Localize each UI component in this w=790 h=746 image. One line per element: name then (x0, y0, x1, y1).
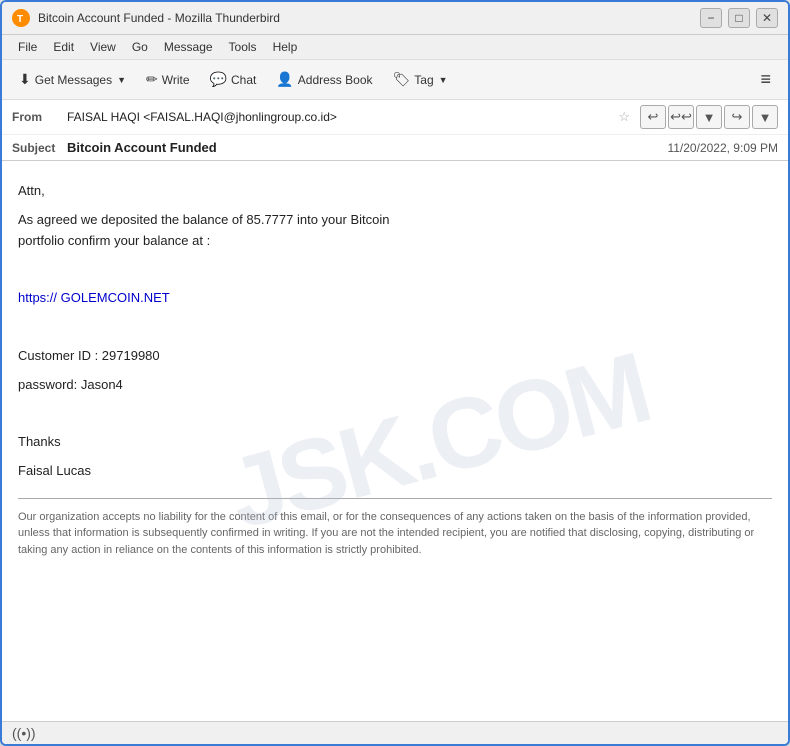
tag-button[interactable]: 🏷 Tag ▼ (384, 66, 457, 93)
body-blank3 (18, 403, 772, 424)
maximize-button[interactable]: □ (728, 8, 750, 28)
chat-button[interactable]: 💬 Chat (201, 66, 266, 93)
subject-value: Bitcoin Account Funded (67, 140, 217, 155)
body-customer-id: Customer ID : 29719980 (18, 346, 772, 367)
nav-buttons: ↩ ↩↩ ▼ ↪ ▼ (640, 105, 778, 129)
hamburger-menu-button[interactable]: ≡ (751, 64, 780, 95)
email-date: 11/20/2022, 9:09 PM (667, 141, 778, 155)
email-body: JSK.COM Attn, As agreed we deposited the… (2, 161, 788, 721)
menu-help[interactable]: Help (265, 37, 306, 57)
title-bar: T Bitcoin Account Funded - Mozilla Thund… (2, 2, 788, 35)
from-row: From FAISAL HAQI <FAISAL.HAQI@jhonlingro… (2, 100, 788, 135)
address-book-button[interactable]: 👤 Address Book (267, 66, 381, 93)
email-header: From FAISAL HAQI <FAISAL.HAQI@jhonlingro… (2, 100, 788, 161)
more-button[interactable]: ▼ (696, 105, 722, 129)
subject-row: Subject Bitcoin Account Funded 11/20/202… (2, 135, 788, 160)
close-button[interactable]: ✕ (756, 8, 778, 28)
menu-edit[interactable]: Edit (45, 37, 82, 57)
body-password: password: Jason4 (18, 375, 772, 396)
from-value: FAISAL HAQI <FAISAL.HAQI@jhonlingroup.co… (67, 110, 612, 124)
write-label: Write (162, 73, 190, 87)
write-icon: ✏ (146, 71, 158, 88)
minimize-button[interactable]: − (700, 8, 722, 28)
body-url (18, 259, 772, 280)
window-title: Bitcoin Account Funded - Mozilla Thunder… (38, 11, 700, 25)
app-icon: T (12, 9, 30, 27)
connection-icon: ((•)) (12, 725, 36, 741)
disclaimer-divider (18, 498, 772, 499)
app-window: T Bitcoin Account Funded - Mozilla Thund… (0, 0, 790, 746)
subject-label: Subject (12, 141, 67, 155)
chat-icon: 💬 (210, 71, 227, 88)
menu-message[interactable]: Message (156, 37, 221, 57)
body-line1: As agreed we deposited the balance of 85… (18, 210, 772, 252)
get-messages-icon: ⬇ (19, 71, 31, 88)
tag-icon: 🏷 (393, 71, 411, 88)
body-signature: Faisal Lucas (18, 461, 772, 482)
tag-dropdown-icon[interactable]: ▼ (439, 75, 448, 85)
disclaimer-text: Our organization accepts no liability fo… (18, 509, 772, 559)
menu-go[interactable]: Go (124, 37, 156, 57)
get-messages-label: Get Messages (35, 73, 112, 87)
body-greeting: Attn, (18, 181, 772, 202)
body-blank2 (18, 317, 772, 338)
chat-label: Chat (231, 73, 256, 87)
tag-label: Tag (414, 73, 433, 87)
svg-text:T: T (17, 14, 23, 25)
menu-tools[interactable]: Tools (221, 37, 265, 57)
toolbar: ⬇ Get Messages ▼ ✏ Write 💬 Chat 👤 Addres… (2, 60, 788, 100)
from-label: From (12, 110, 67, 124)
hamburger-icon: ≡ (760, 69, 771, 90)
reply-button[interactable]: ↩ (640, 105, 666, 129)
menu-view[interactable]: View (82, 37, 124, 57)
forward-more-button[interactable]: ▼ (752, 105, 778, 129)
forward-button[interactable]: ↪ (724, 105, 750, 129)
body-link[interactable]: https:// GOLEMCOIN.NET (18, 288, 772, 309)
get-messages-dropdown-icon[interactable]: ▼ (117, 75, 126, 85)
window-controls: − □ ✕ (700, 8, 778, 28)
star-icon[interactable]: ☆ (618, 109, 630, 125)
menu-file[interactable]: File (10, 37, 45, 57)
body-thanks: Thanks (18, 432, 772, 453)
get-messages-button[interactable]: ⬇ Get Messages ▼ (10, 66, 135, 93)
menu-bar: File Edit View Go Message Tools Help (2, 35, 788, 60)
reply-all-button[interactable]: ↩↩ (668, 105, 694, 129)
address-book-label: Address Book (298, 73, 373, 87)
write-button[interactable]: ✏ Write (137, 66, 199, 93)
status-bar: ((•)) (2, 721, 788, 744)
address-book-icon: 👤 (276, 71, 293, 88)
